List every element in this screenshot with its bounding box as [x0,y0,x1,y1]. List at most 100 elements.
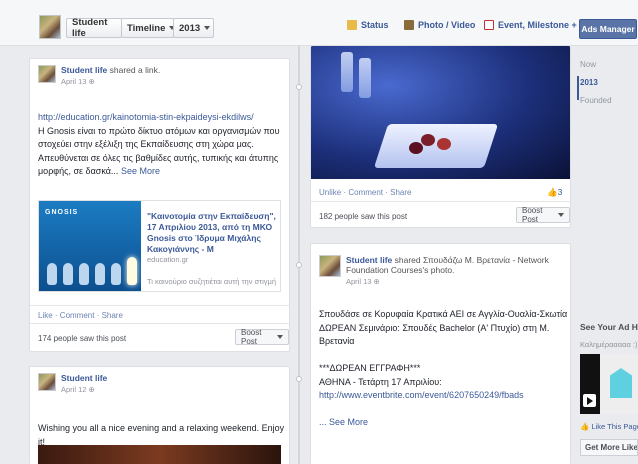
author-avatar[interactable] [38,65,56,83]
post-photo[interactable] [38,445,281,464]
divider [30,323,289,324]
boost-post-button[interactable]: Boost Post [516,206,570,224]
page-name-button[interactable]: Student life [66,17,122,39]
ad-image[interactable] [580,354,638,414]
post-text-line: ***ΔΩΡΕΑΝ ΕΓΓΡΑΦΗ*** [319,363,421,373]
post-date[interactable]: April 12 ⊕ [61,385,107,394]
calendar-icon [484,20,494,30]
like-page-label: Like This Page [591,422,638,431]
preview-image: GNOSIS [39,201,141,291]
ad-shape-icon [610,368,632,398]
see-more-link[interactable]: See More [121,166,160,176]
post-header: Student life April 12 ⊕ [38,373,107,394]
post-card: Student life shared Σπουδάζω Μ. Βρετανία… [310,243,571,464]
author-name[interactable]: Student life [61,373,107,383]
author-avatar[interactable] [38,373,56,391]
photo-video-label: Photo / Video [418,20,476,30]
glass-shape [341,52,353,92]
page-avatar[interactable] [39,15,61,39]
post-text-line: Απευθύνεται σε όλες τις βαθμίδες αυτής, … [38,152,279,163]
year-2013[interactable]: 2013 [580,78,598,87]
boost-label: Boost Post [241,328,262,346]
year-now[interactable]: Now [580,60,596,69]
event-label: Event, Milestone + [498,20,577,30]
timeline-spine [298,46,300,464]
post-action: shared Σπουδάζω Μ. Βρετανία - Network [392,255,549,265]
plate-shape [373,124,499,168]
post-text-line [319,403,569,417]
see-more-link[interactable]: ... See More [319,416,569,430]
event-milestone-button[interactable]: Event, Milestone + [484,20,577,30]
play-triangle-icon [587,397,593,405]
post-card: Student life shared a link. April 13 ⊕ h… [29,58,290,352]
bulb-icon [95,263,105,285]
post-text-line: ΑΘΗΝΑ - Τετάρτη 17 Απριλίου: [319,376,442,387]
date-label: April 13 [61,77,87,86]
year-label: 2013 [179,22,201,34]
timeline-label: Timeline [127,22,166,34]
ad-heading[interactable]: See Your Ad Her [580,322,638,332]
post-card: Unlike · Comment · Share 👍3 182 people s… [310,46,571,228]
post-date[interactable]: April 13 ⊕ [61,77,160,86]
globe-icon: ⊕ [88,77,95,86]
status-icon [347,20,357,30]
post-text-line: Βρετανία [319,336,355,346]
like-this-page-link[interactable]: 👍 Like This Page [580,422,638,431]
thumbs-up-icon: 👍 [580,422,590,431]
bulb-icon [79,263,89,285]
post-actions[interactable]: Unlike · Comment · Share [319,188,411,197]
get-more-label: Get More Likes [585,443,638,452]
post-actions[interactable]: Like · Comment · Share [38,311,123,320]
post-text-line: στοχεύει στην εξέλιξη της Εκπαίδευσης στ… [38,139,254,149]
divider [311,201,570,202]
ad-subtext: Καλημέρααααα :))) [580,340,638,349]
year-founded[interactable]: Founded [580,96,612,105]
photo-video-button[interactable]: Photo / Video [404,20,475,30]
bulb-icon [63,263,73,285]
post-header: Student life shared a link. April 13 ⊕ [38,65,160,86]
bulb-icon [47,263,57,285]
seen-count[interactable]: 182 people saw this post [319,212,407,221]
year-dropdown[interactable]: 2013 [173,18,214,38]
post-url[interactable]: http://education.gr/kainotomia-stin-ekpa… [38,111,288,125]
status-button[interactable]: Status [347,20,389,30]
boost-post-button[interactable]: Boost Post [235,328,289,346]
link-preview[interactable]: GNOSIS "Καινοτομία στην Εκπαίδευση", 17 … [38,200,281,292]
page-name: Student life [72,17,108,39]
timeline-dot [296,376,302,382]
ads-manager-button[interactable]: Ads Manager [579,19,637,39]
likes-count[interactable]: 👍3 [547,187,562,198]
timeline-header: Student life Timeline 2013 Status Photo … [0,0,638,46]
timeline-dropdown[interactable]: Timeline [121,18,176,38]
food-shape [437,138,451,150]
get-more-likes-button[interactable]: Get More Likes [580,439,638,456]
author-name[interactable]: Student life [346,255,392,265]
author-name[interactable]: Student life [61,65,107,75]
likes-number: 3 [557,187,563,197]
preview-title[interactable]: "Καινοτομία στην Εκπαίδευση", 17 Απριλίο… [147,211,279,255]
author-avatar[interactable] [319,255,341,277]
post-text-line: Σπουδάσε σε Κορυφαία Κρατικά ΑΕΙ σε Αγγλ… [319,309,568,319]
post-action-cont: Foundation Courses's photo. [346,265,455,275]
chevron-down-icon [204,26,211,30]
post-text-line: Η Gnosis είναι το πρώτο δίκτυο ατόμων κα… [38,125,280,136]
food-shape [409,142,423,154]
post-text-line: ΔΩΡΕΑΝ Σεμινάριο: Σπουδές Bachelor (Α' Π… [319,322,550,333]
divider [30,305,289,306]
bulb-lit-icon [127,257,137,285]
post-url[interactable]: http://www.eventbrite.com/event/62076502… [319,389,569,403]
seen-count[interactable]: 174 people saw this post [38,334,126,343]
gnosis-logo: GNOSIS [45,209,78,216]
thumbs-up-icon: 👍 [547,187,558,197]
post-date[interactable]: April 13 ⊕ [346,277,549,286]
timeline-dot [296,262,302,268]
gnosis-logo-text: GNOSIS [45,209,79,216]
post-action: shared a link. [107,65,161,75]
ads-manager-label: Ads Manager [581,24,635,34]
post-card: Student life April 12 ⊕ Wishing you all … [29,366,290,464]
globe-icon: ⊕ [373,277,380,286]
post-photo[interactable] [311,46,570,179]
glass-shape [359,58,371,98]
post-body: Σπουδάσε σε Κορυφαία Κρατικά ΑΕΙ σε Αγγλ… [319,308,569,430]
boost-label: Boost Post [522,206,543,224]
